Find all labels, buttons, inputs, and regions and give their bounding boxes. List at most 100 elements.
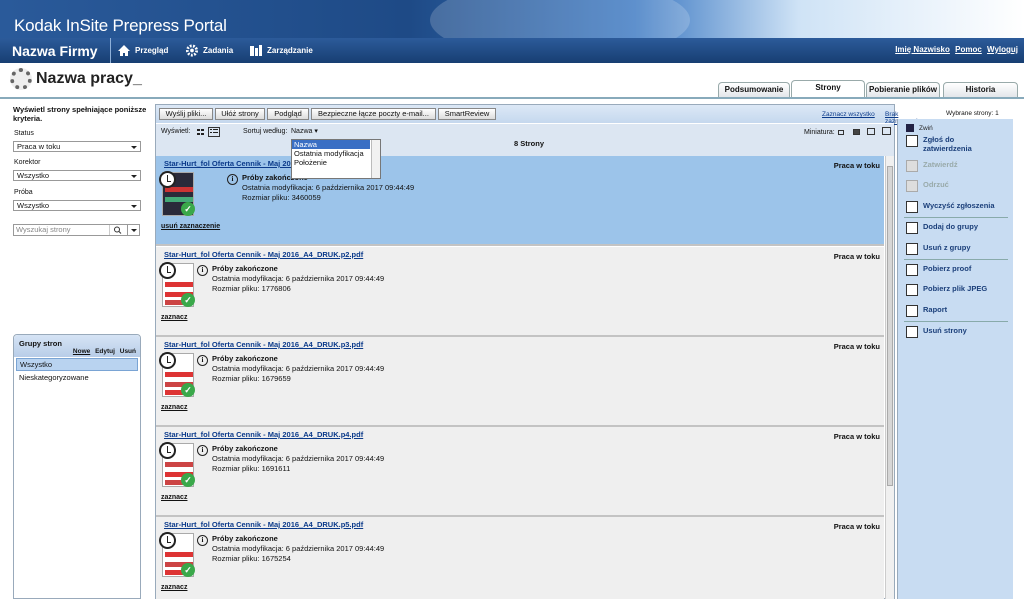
status-label: Status bbox=[14, 130, 34, 137]
info-icon[interactable]: i bbox=[197, 535, 208, 546]
page-file-name[interactable]: Star-Hurt_fol Oferta Cennik - Maj 2016_A… bbox=[164, 250, 363, 259]
page-row[interactable]: Star-Hurt_fol Oferta Cennik - Maj 2016_A… bbox=[156, 517, 884, 599]
tab-history[interactable]: Historia bbox=[943, 82, 1018, 97]
reject-button[interactable]: Odrzuć bbox=[906, 180, 949, 192]
proof-status: Próby zakończone bbox=[212, 264, 278, 273]
last-modified: Ostatnia modyfikacja: 6 października 201… bbox=[212, 364, 385, 373]
download-proof-button[interactable]: Pobierz proof bbox=[906, 264, 971, 276]
smartreview-button[interactable]: SmartReview bbox=[438, 108, 496, 120]
group-edit-link[interactable]: Edytuj bbox=[95, 348, 115, 355]
tab-summary[interactable]: Podsumowanie bbox=[718, 82, 790, 97]
tab-underline bbox=[0, 97, 1024, 99]
tab-downloads[interactable]: Pobieranie plików bbox=[866, 82, 940, 97]
deselect-link[interactable]: usuń zaznaczenie bbox=[161, 223, 220, 230]
remove-from-group-icon bbox=[906, 243, 918, 255]
delete-pages-button[interactable]: Usuń strony bbox=[906, 326, 967, 338]
pages-list: Star-Hurt_fol Oferta Cennik - Maj 2016_A… bbox=[156, 156, 884, 599]
remove-from-group-button[interactable]: Usuń z grupy bbox=[906, 243, 971, 255]
preview-button[interactable]: Podgląd bbox=[267, 108, 309, 120]
select-link[interactable]: zaznacz bbox=[161, 584, 187, 591]
page-search-input[interactable]: Wyszukaj strony bbox=[13, 224, 140, 236]
collapse-icon bbox=[906, 124, 914, 132]
clear-submissions-button[interactable]: Wyczyść zgłoszenia bbox=[906, 201, 995, 213]
page-file-name[interactable]: Star-Hurt_fol Oferta Cennik - Maj 2016_A… bbox=[164, 340, 363, 349]
action-label: Pobierz proof bbox=[923, 264, 972, 273]
thumb-size-large-icon[interactable] bbox=[867, 128, 875, 135]
user-name-link[interactable]: Imię Nazwisko bbox=[895, 45, 950, 54]
page-row[interactable]: Star-Hurt_fol Oferta Cennik - Maj 2016_A… bbox=[156, 337, 884, 427]
select-link[interactable]: zaznacz bbox=[161, 404, 187, 411]
secure-email-link-button[interactable]: Bezpieczne łącze poczty e-mail... bbox=[311, 108, 436, 120]
select-link[interactable]: zaznacz bbox=[161, 314, 187, 321]
scrollbar-thumb[interactable] bbox=[887, 166, 893, 486]
file-size: Rozmiar pliku: 1679659 bbox=[212, 374, 291, 383]
page-groups-panel: Grupy stron Nowe Edytuj Usuń Wszystko Ni… bbox=[13, 334, 141, 599]
list-view-icon[interactable] bbox=[208, 127, 220, 137]
logout-link[interactable]: Wyloguj bbox=[987, 45, 1018, 54]
report-button[interactable]: Raport bbox=[906, 305, 947, 317]
action-label: Wyczyść zgłoszenia bbox=[923, 201, 995, 210]
sort-select[interactable]: Nazwa ▾ bbox=[291, 127, 318, 135]
info-icon[interactable]: i bbox=[197, 355, 208, 366]
dropdown-scrollbar[interactable] bbox=[371, 140, 380, 178]
thumb-size-small-icon[interactable] bbox=[838, 130, 844, 135]
page-row[interactable]: Star-Hurt_fol Oferta Cennik - Maj 2016_A… bbox=[156, 156, 884, 246]
action-label: Zatwierdź bbox=[923, 160, 958, 169]
selected-pages-label: Wybrane strony: 1 bbox=[946, 110, 999, 117]
pages-scrollbar[interactable] bbox=[885, 156, 894, 599]
group-item-uncategorized[interactable]: Nieskategoryzowane bbox=[16, 372, 138, 385]
corrector-select[interactable]: Wszystko bbox=[13, 170, 141, 181]
nav-jobs[interactable]: Zadania bbox=[185, 44, 233, 57]
group-delete-link[interactable]: Usuń bbox=[120, 348, 136, 355]
page-status: Praca w toku bbox=[833, 432, 880, 441]
group-item-all[interactable]: Wszystko bbox=[16, 358, 138, 371]
page-row[interactable]: Star-Hurt_fol Oferta Cennik - Maj 2016_A… bbox=[156, 247, 884, 337]
page-file-name[interactable]: Star-Hurt_fol Oferta Cennik - Maj 2016_A… bbox=[164, 520, 363, 529]
info-icon[interactable]: i bbox=[197, 265, 208, 276]
home-icon bbox=[118, 45, 130, 56]
status-select[interactable]: Praca w toku bbox=[13, 141, 141, 152]
approve-button[interactable]: Zatwierdź bbox=[906, 160, 958, 172]
separator bbox=[904, 259, 1008, 260]
sort-option-name[interactable]: Nazwa bbox=[292, 140, 370, 149]
group-new-link[interactable]: Nowe bbox=[73, 348, 90, 355]
download-jpeg-button[interactable]: Pobierz plik JPEG bbox=[906, 284, 987, 296]
file-size: Rozmiar pliku: 1675254 bbox=[212, 554, 291, 563]
thumb-size-xlarge-icon[interactable] bbox=[882, 127, 891, 135]
info-icon[interactable]: i bbox=[227, 174, 238, 185]
tab-pages[interactable]: Strony bbox=[791, 80, 865, 97]
sort-label: Sortuj według: bbox=[243, 128, 288, 135]
sort-option-position[interactable]: Położenie bbox=[292, 158, 370, 167]
search-options-icon[interactable] bbox=[127, 225, 139, 235]
search-icon[interactable] bbox=[109, 225, 125, 235]
upload-files-button[interactable]: Wyślij pliki... bbox=[159, 108, 213, 120]
collapse-label: Zwiń bbox=[919, 125, 933, 132]
nav-management-label: Zarządzanie bbox=[267, 46, 313, 55]
add-to-group-button[interactable]: Dodaj do grupy bbox=[906, 222, 978, 234]
page-info: i Próby zakończone Ostatnia modyfikacja:… bbox=[197, 444, 384, 474]
sort-dropdown-list[interactable]: Nazwa Ostatnia modyfikacja Położenie bbox=[291, 139, 381, 179]
nav-management[interactable]: Zarządzanie bbox=[249, 44, 313, 57]
proof-select[interactable]: Wszystko bbox=[13, 200, 141, 211]
actions-sidebar: Zwiń Zgłoś do zatwierdzenia Zatwierdź Od… bbox=[897, 119, 1013, 599]
help-link[interactable]: Pomoc bbox=[955, 45, 982, 54]
arrange-pages-button[interactable]: Ułóż strony bbox=[215, 108, 265, 120]
page-row[interactable]: Star-Hurt_fol Oferta Cennik - Maj 2016_A… bbox=[156, 427, 884, 517]
info-icon[interactable]: i bbox=[197, 445, 208, 456]
submit-for-approval-button[interactable]: Zgłoś do zatwierdzenia bbox=[906, 135, 1003, 153]
action-label: Odrzuć bbox=[923, 180, 949, 189]
sort-option-modified[interactable]: Ostatnia modyfikacja bbox=[292, 149, 370, 158]
page-status: Praca w toku bbox=[833, 252, 880, 261]
clock-icon bbox=[159, 171, 176, 188]
action-label: Usuń z grupy bbox=[923, 243, 971, 252]
last-modified: Ostatnia modyfikacja: 6 października 201… bbox=[242, 183, 415, 192]
company-name[interactable]: Nazwa Firmy bbox=[12, 43, 98, 59]
grid-view-icon[interactable] bbox=[196, 128, 205, 136]
select-link[interactable]: zaznacz bbox=[161, 494, 187, 501]
thumb-size-medium-icon[interactable] bbox=[853, 129, 860, 135]
nav-overview[interactable]: Przegląd bbox=[117, 44, 168, 57]
page-file-name[interactable]: Star-Hurt_fol Oferta Cennik - Maj 2016_A… bbox=[164, 430, 363, 439]
select-all-link[interactable]: Zaznacz wszystko bbox=[822, 111, 875, 118]
action-label: Usuń strony bbox=[923, 326, 967, 335]
collapse-panel-button[interactable]: Zwiń bbox=[906, 124, 933, 133]
